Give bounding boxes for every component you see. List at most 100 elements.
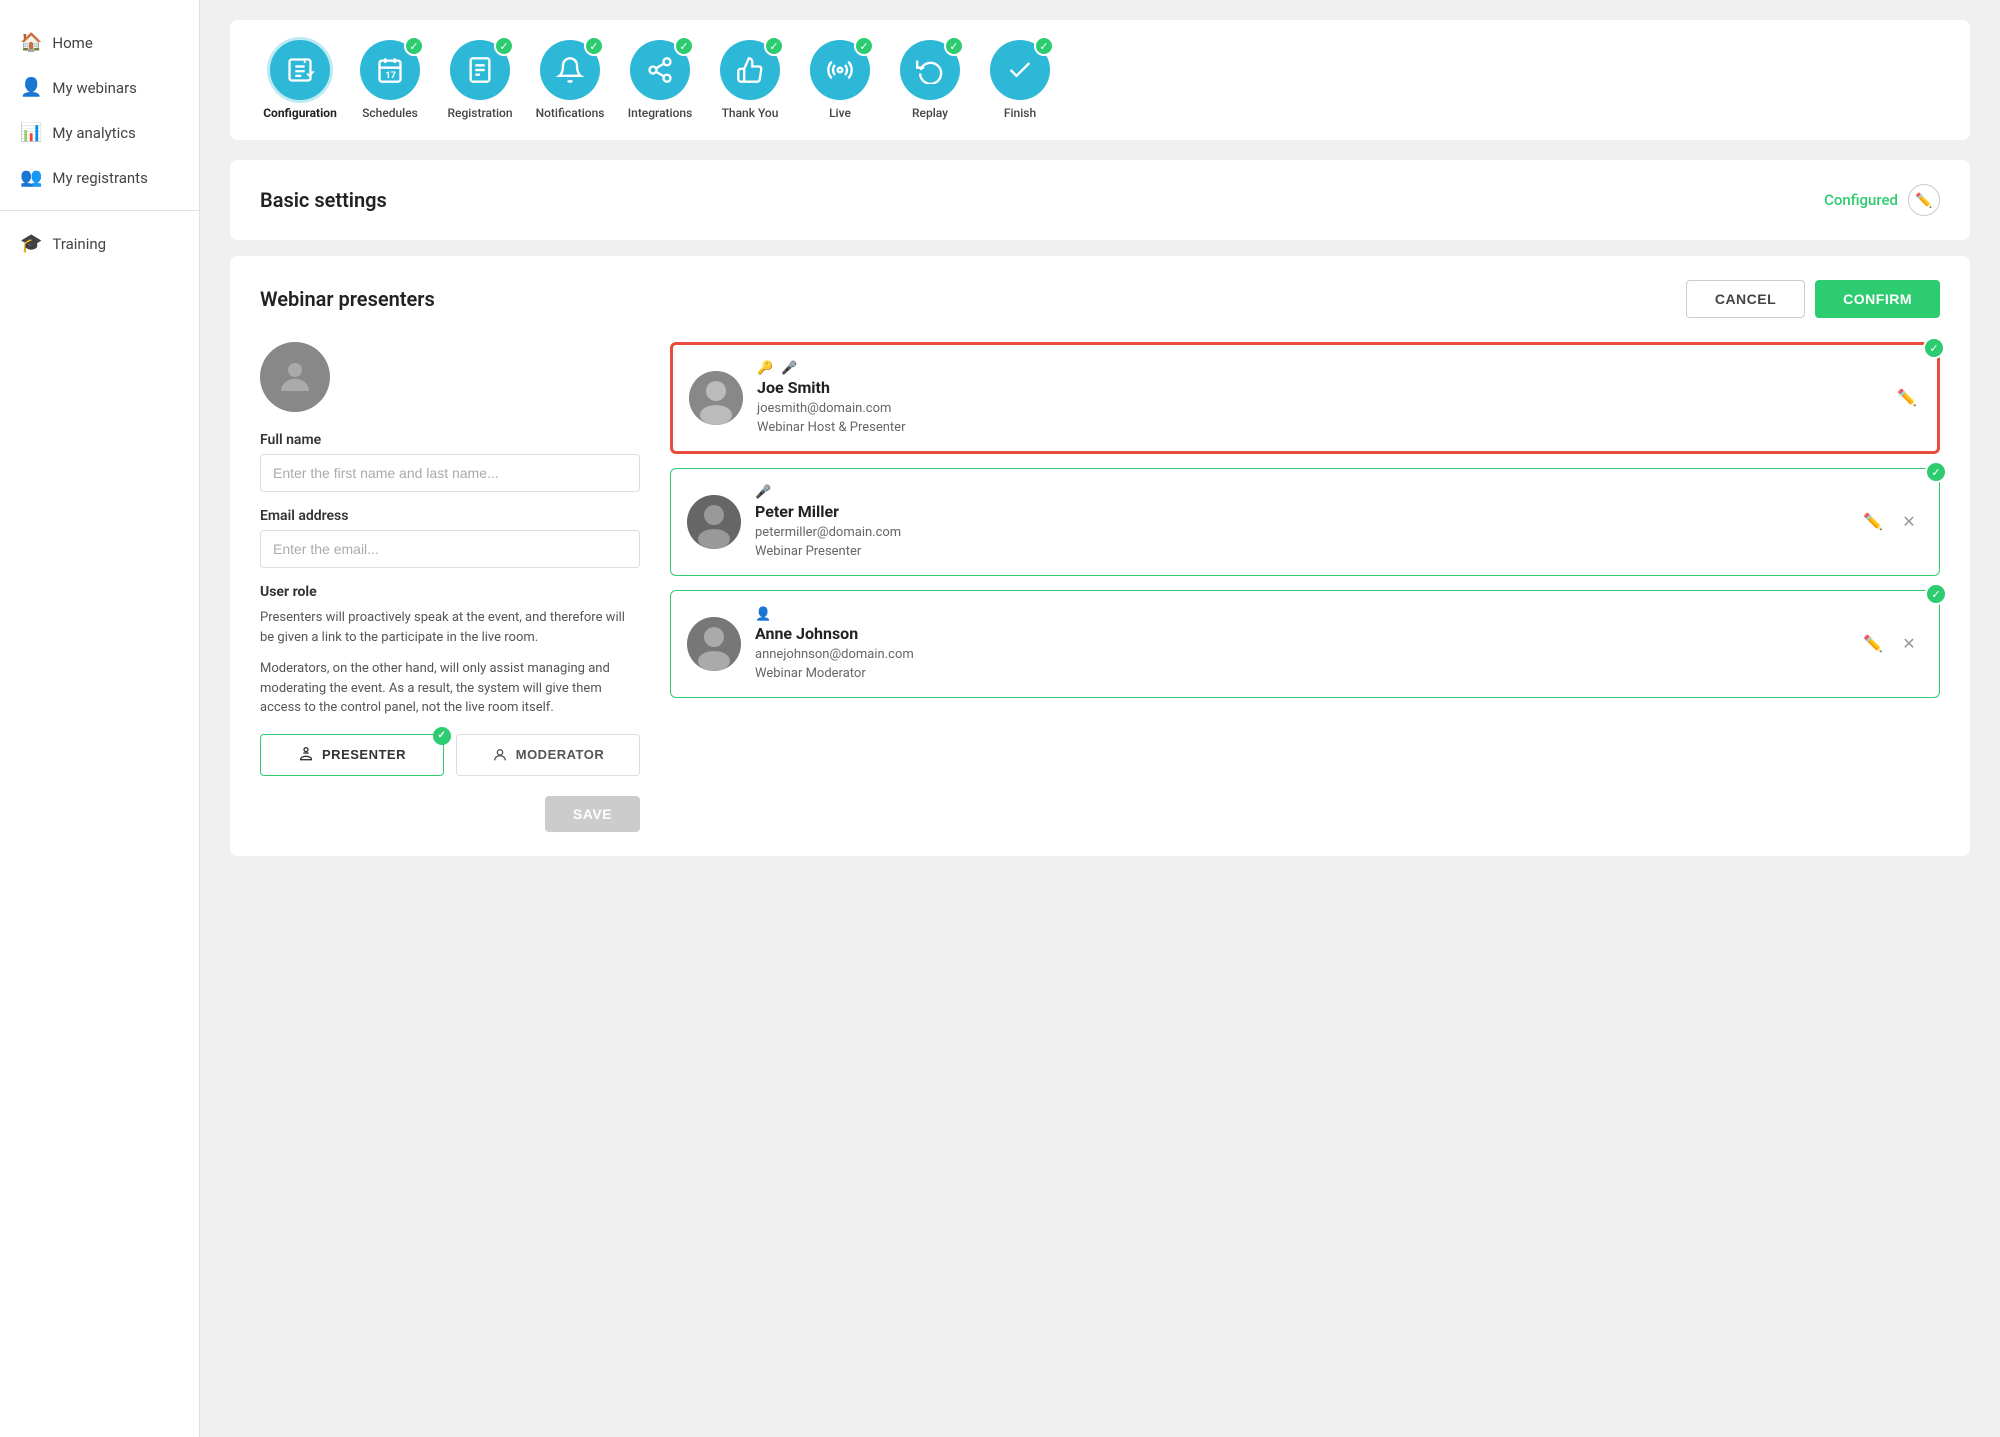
presenter-card-peter-miller: 🎤 Peter Miller petermiller@domain.com We… [670, 468, 1940, 576]
step-live[interactable]: ✓ Live [800, 40, 880, 120]
step-icon-schedules: 17 ✓ [360, 40, 420, 100]
presenter-avatar-joe-smith [689, 371, 743, 425]
presenter-role-joe-smith: Webinar Host & Presenter [757, 420, 1879, 435]
step-label-integrations: Integrations [628, 106, 693, 120]
sidebar-item-my-analytics[interactable]: 📊 My analytics [0, 110, 199, 155]
cancel-button[interactable]: CANCEL [1686, 280, 1805, 318]
header-actions: CANCEL CONFIRM [1686, 280, 1940, 318]
step-check-integrations: ✓ [674, 36, 694, 56]
wizard-steps: Configuration 17 ✓ Schedules ✓ Registrat… [230, 20, 1970, 140]
presenter-role-button[interactable]: PRESENTER ✓ [260, 734, 444, 776]
training-icon: 🎓 [20, 233, 42, 254]
presenter-avatar-peter-miller [687, 495, 741, 549]
step-check-schedules: ✓ [404, 36, 424, 56]
step-registration[interactable]: ✓ Registration [440, 40, 520, 120]
step-notifications[interactable]: ✓ Notifications [530, 40, 610, 120]
user-role-desc-1: Presenters will proactively speak at the… [260, 608, 640, 647]
user-role-title: User role [260, 584, 640, 600]
edit-joe-smith-button[interactable]: ✏️ [1893, 384, 1921, 412]
step-thank-you[interactable]: ✓ Thank You [710, 40, 790, 120]
presenter-avatar-anne-johnson [687, 617, 741, 671]
step-label-replay: Replay [912, 106, 948, 120]
step-label-live: Live [829, 106, 851, 120]
sidebar-label-my-registrants: My registrants [52, 169, 147, 187]
save-button[interactable]: SAVE [545, 796, 640, 832]
presenter-role-peter-miller: Webinar Presenter [755, 544, 1845, 559]
sidebar-item-training[interactable]: 🎓 Training [0, 221, 199, 266]
sidebar-item-my-registrants[interactable]: 👥 My registrants [0, 155, 199, 200]
step-check-replay: ✓ [944, 36, 964, 56]
presenter-email-joe-smith: joesmith@domain.com [757, 401, 1879, 416]
step-check-thank-you: ✓ [764, 36, 784, 56]
presenter-list: 🔑 🎤 Joe Smith joesmith@domain.com Webina… [670, 342, 1940, 832]
presenter-card-anne-johnson: 👤 Anne Johnson annejohnson@domain.com We… [670, 590, 1940, 698]
step-finish[interactable]: ✓ Finish [980, 40, 1060, 120]
presenters-body: Full name Email address User role Presen… [260, 342, 1940, 832]
presenter-name-anne-johnson: Anne Johnson [755, 624, 1845, 643]
registrants-icon: 👥 [20, 167, 42, 188]
confirm-button[interactable]: CONFIRM [1815, 280, 1940, 318]
basic-settings-edit-button[interactable]: ✏️ [1908, 184, 1940, 216]
home-icon: 🏠 [20, 32, 42, 53]
step-label-configuration: Configuration [263, 106, 337, 120]
step-icon-registration: ✓ [450, 40, 510, 100]
sidebar-item-my-webinars[interactable]: 👤 My webinars [0, 65, 199, 110]
basic-settings-header: Basic settings Configured ✏️ [260, 184, 1940, 216]
full-name-label: Full name [260, 432, 640, 448]
email-input[interactable] [260, 530, 640, 568]
presenter-card-joe-smith: 🔑 🎤 Joe Smith joesmith@domain.com Webina… [670, 342, 1940, 454]
step-icon-finish: ✓ [990, 40, 1050, 100]
role-buttons: PRESENTER ✓ MODERATOR [260, 734, 640, 776]
sidebar: 🏠 Home 👤 My webinars 📊 My analytics 👥 My… [0, 0, 200, 1437]
step-label-notifications: Notifications [536, 106, 605, 120]
edit-peter-miller-button[interactable]: ✏️ [1859, 508, 1887, 536]
presenter-form: Full name Email address User role Presen… [260, 342, 640, 832]
moderator-role-button[interactable]: MODERATOR [456, 734, 640, 776]
peter-miller-check: ✓ [1925, 461, 1947, 483]
presenter-name-peter-miller: Peter Miller [755, 502, 1845, 521]
sidebar-label-my-analytics: My analytics [52, 124, 135, 142]
sidebar-label-home: Home [52, 34, 92, 52]
step-label-registration: Registration [447, 106, 512, 120]
step-icon-thank-you: ✓ [720, 40, 780, 100]
sidebar-divider [0, 210, 199, 211]
user-role-desc-2: Moderators, on the other hand, will only… [260, 659, 640, 718]
step-icon-live: ✓ [810, 40, 870, 100]
remove-anne-johnson-button[interactable]: ✕ [1895, 630, 1923, 658]
step-check-notifications: ✓ [584, 36, 604, 56]
presenter-actions-anne-johnson: ✏️ ✕ [1859, 630, 1923, 658]
basic-settings-title: Basic settings [260, 188, 387, 212]
edit-anne-johnson-button[interactable]: ✏️ [1859, 630, 1887, 658]
full-name-input[interactable] [260, 454, 640, 492]
email-label: Email address [260, 508, 640, 524]
step-check-finish: ✓ [1034, 36, 1054, 56]
step-label-thank-you: Thank You [722, 106, 779, 120]
remove-peter-miller-button[interactable]: ✕ [1895, 508, 1923, 536]
webinar-presenters-card: Webinar presenters CANCEL CONFIRM Full n… [230, 256, 1970, 856]
presenter-email-anne-johnson: annejohnson@domain.com [755, 647, 1845, 662]
presenter-role-check: ✓ [433, 727, 451, 745]
step-check-live: ✓ [854, 36, 874, 56]
presenters-title: Webinar presenters [260, 287, 435, 311]
step-icon-notifications: ✓ [540, 40, 600, 100]
presenter-actions-joe-smith: ✏️ [1893, 384, 1921, 412]
step-schedules[interactable]: 17 ✓ Schedules [350, 40, 430, 120]
joe-smith-check: ✓ [1923, 337, 1945, 359]
step-icon-integrations: ✓ [630, 40, 690, 100]
step-replay[interactable]: ✓ Replay [890, 40, 970, 120]
presenter-btn-label: PRESENTER [322, 747, 406, 762]
sidebar-item-home[interactable]: 🏠 Home [0, 20, 199, 65]
main-content: Configuration 17 ✓ Schedules ✓ Registrat… [200, 0, 2000, 1437]
step-integrations[interactable]: ✓ Integrations [620, 40, 700, 120]
form-avatar [260, 342, 330, 412]
anne-johnson-check: ✓ [1925, 583, 1947, 605]
step-label-schedules: Schedules [362, 106, 418, 120]
presenter-name-joe-smith: Joe Smith [757, 378, 1879, 397]
presenter-role-anne-johnson: Webinar Moderator [755, 666, 1845, 681]
step-label-finish: Finish [1004, 106, 1036, 120]
configured-badge: Configured [1824, 191, 1898, 209]
step-configuration[interactable]: Configuration [260, 40, 340, 120]
presenter-actions-peter-miller: ✏️ ✕ [1859, 508, 1923, 536]
content-area: Basic settings Configured ✏️ Webinar pre… [230, 160, 1970, 856]
sidebar-label-my-webinars: My webinars [52, 79, 136, 97]
